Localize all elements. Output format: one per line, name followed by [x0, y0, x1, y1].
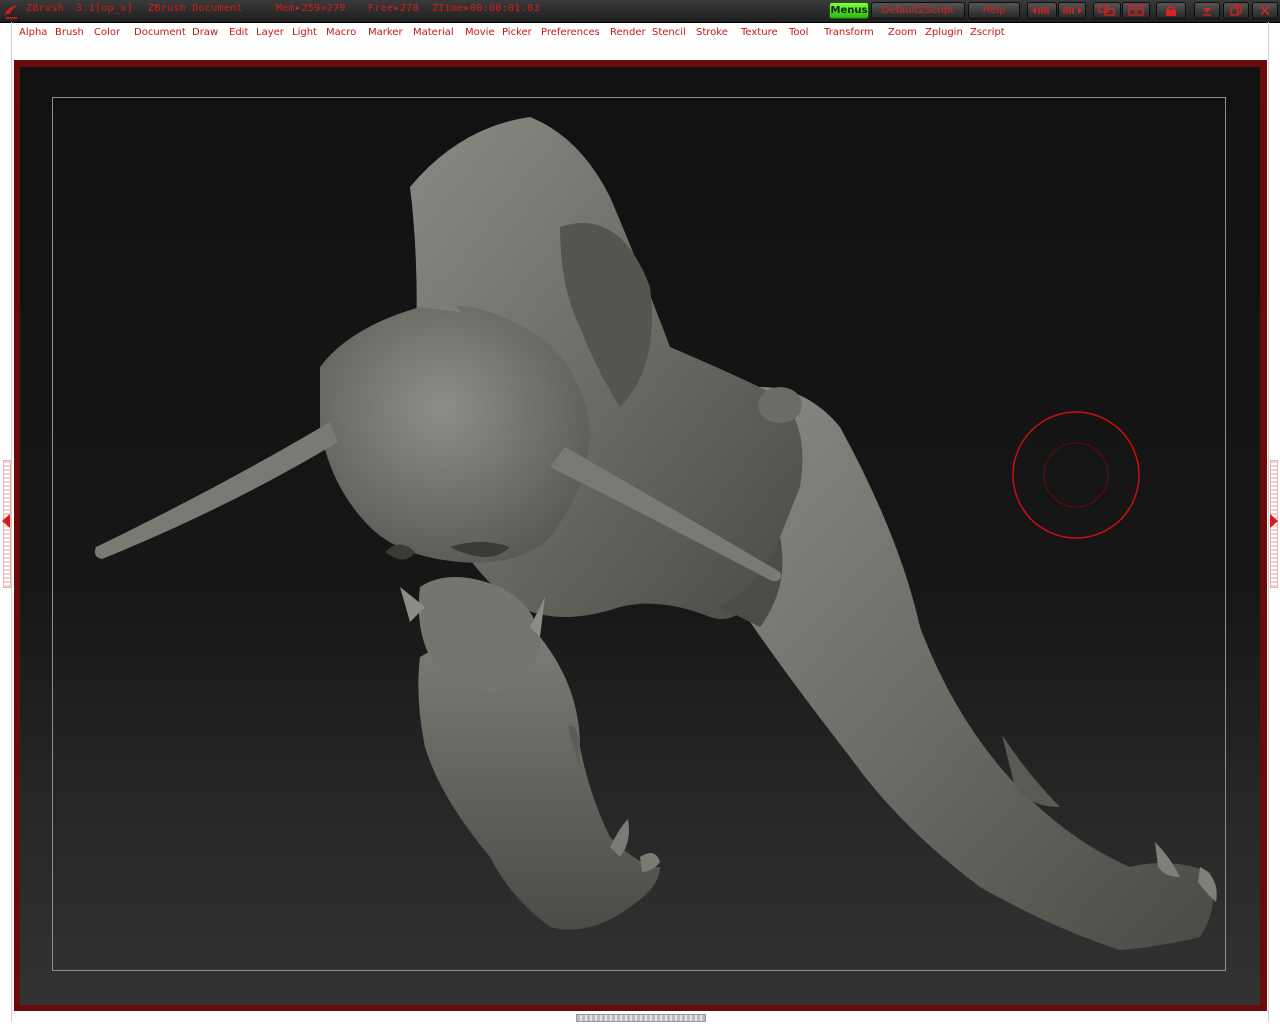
menu-preferences[interactable]: Preferences — [541, 27, 600, 38]
menu-document[interactable]: Document — [134, 27, 186, 38]
menu-transform[interactable]: Transform — [824, 27, 874, 38]
memory-label: Mem — [276, 3, 295, 14]
menu-light[interactable]: Light — [292, 27, 317, 38]
memory-readout: Mem▶259+279 — [276, 3, 346, 14]
layout-prev-icon — [1032, 7, 1049, 14]
bottom-tray-handle[interactable] — [576, 1014, 706, 1022]
title-bar: ZBrush 3.1[op_x] ZBrush Document Mem▶259… — [0, 0, 1280, 23]
help-button[interactable]: Help — [968, 2, 1020, 19]
memory-value: 259+279 — [301, 3, 346, 14]
layout-prev-button[interactable] — [1027, 2, 1057, 19]
layout-dock-icon — [1128, 5, 1144, 16]
restore-button[interactable] — [1223, 2, 1249, 19]
close-button[interactable] — [1252, 2, 1278, 19]
lock-icon — [1166, 5, 1176, 16]
menu-zoom[interactable]: Zoom — [888, 27, 917, 38]
close-icon — [1260, 5, 1270, 16]
minimize-icon — [1203, 8, 1211, 16]
expand-right-tray-icon[interactable] — [1270, 514, 1279, 528]
menu-stencil[interactable]: Stencil — [652, 27, 686, 38]
layout-swap-button[interactable] — [1093, 2, 1121, 19]
menu-texture[interactable]: Texture — [741, 27, 778, 38]
expand-left-tray-icon[interactable] — [2, 514, 11, 528]
default-zscript-button[interactable]: DefaultZScript — [871, 2, 965, 19]
menus-button[interactable]: Menus — [829, 2, 869, 19]
layout-swap-icon — [1098, 5, 1115, 16]
restore-icon — [1230, 5, 1242, 16]
zbrush-logo-icon[interactable] — [2, 2, 20, 20]
menu-marker[interactable]: Marker — [368, 27, 403, 38]
ztime-value: 00:00:01.03 — [470, 3, 540, 14]
menu-layer[interactable]: Layer — [256, 27, 284, 38]
lock-button[interactable] — [1156, 2, 1186, 19]
menu-render[interactable]: Render — [610, 27, 646, 38]
free-label: Free — [368, 3, 394, 14]
menu-color[interactable]: Color — [94, 27, 120, 38]
menu-picker[interactable]: Picker — [502, 27, 532, 38]
layout-next-button[interactable] — [1058, 2, 1086, 19]
app-name: ZBrush — [26, 3, 64, 14]
menu-bar: Alpha Brush Color Document Draw Edit Lay… — [15, 24, 1267, 42]
minimize-button[interactable] — [1194, 2, 1220, 19]
menu-zplugin[interactable]: Zplugin — [925, 27, 963, 38]
ztime-readout: ZTime▶00:00:01.03 — [432, 3, 540, 14]
layout-dock-button[interactable] — [1122, 2, 1150, 19]
menu-draw[interactable]: Draw — [192, 27, 218, 38]
menu-tool[interactable]: Tool — [789, 27, 808, 38]
menu-zscript[interactable]: Zscript — [970, 27, 1005, 38]
free-value: 278 — [399, 3, 419, 14]
menu-alpha[interactable]: Alpha — [19, 27, 47, 38]
document-title: ZBrush Document — [148, 3, 243, 14]
menu-macro[interactable]: Macro — [326, 27, 356, 38]
menu-brush[interactable]: Brush — [55, 27, 84, 38]
menu-material[interactable]: Material — [413, 27, 454, 38]
right-tray-divider — [1268, 22, 1269, 1022]
menu-stroke[interactable]: Stroke — [696, 27, 728, 38]
layout-next-icon — [1063, 7, 1082, 14]
ztime-label: ZTime — [432, 3, 464, 14]
brush-cursor-icon — [1012, 411, 1140, 539]
app-version: 3.1[op_x] — [76, 3, 133, 14]
menu-movie[interactable]: Movie — [465, 27, 495, 38]
free-readout: Free▶278 — [368, 3, 419, 14]
left-tray-divider — [11, 22, 12, 1022]
menu-edit[interactable]: Edit — [229, 27, 248, 38]
document-canvas[interactable] — [20, 67, 1260, 1005]
